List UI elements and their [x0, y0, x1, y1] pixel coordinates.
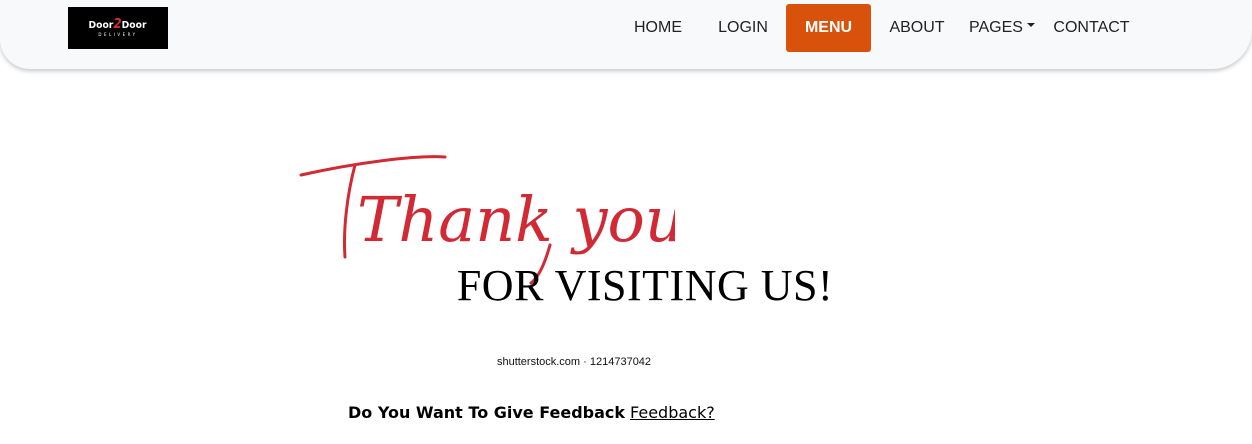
caret-down-icon	[1026, 23, 1035, 27]
nav-login-link[interactable]: LOGIN	[700, 4, 786, 52]
logo-wordmark: Door2Door	[89, 16, 147, 32]
nav-about-label: ABOUT	[889, 19, 945, 36]
feedback-prompt: Do You Want To Give Feedback Feedback?	[348, 403, 715, 422]
nav-contact-link[interactable]: CONTACT	[1041, 4, 1142, 52]
brand-logo[interactable]: Door2Door DELIVERY	[68, 7, 168, 49]
logo-tagline: DELIVERY	[98, 31, 138, 37]
image-watermark: shutterstock.com · 1214737042	[496, 356, 652, 368]
nav-menu-label: MENU	[804, 19, 853, 36]
feedback-question: Do You Want To Give Feedback	[348, 403, 626, 422]
nav-home-label: HOME	[634, 19, 682, 36]
script-thank-you-text: Thank you	[357, 183, 675, 256]
headline: FOR VISITING US!	[456, 261, 834, 310]
nav-about-link[interactable]: ABOUT	[871, 4, 963, 52]
nav-menu-link[interactable]: MENU	[786, 4, 871, 52]
nav-contact-label: CONTACT	[1053, 19, 1130, 36]
navbar: Door2Door DELIVERY HOME LOGIN MENU ABOUT…	[0, 0, 1252, 69]
nav-pages-label: PAGES	[969, 19, 1023, 36]
nav-home-link[interactable]: HOME	[616, 4, 700, 52]
script-flourish	[299, 155, 447, 177]
feedback-link[interactable]: Feedback?	[630, 403, 715, 422]
nav-menu: HOME LOGIN MENU ABOUT PAGES CONTACT	[616, 4, 1142, 52]
nav-pages-dropdown[interactable]: PAGES	[963, 4, 1041, 52]
script-t-stem	[343, 163, 357, 259]
nav-login-label: LOGIN	[718, 19, 768, 36]
